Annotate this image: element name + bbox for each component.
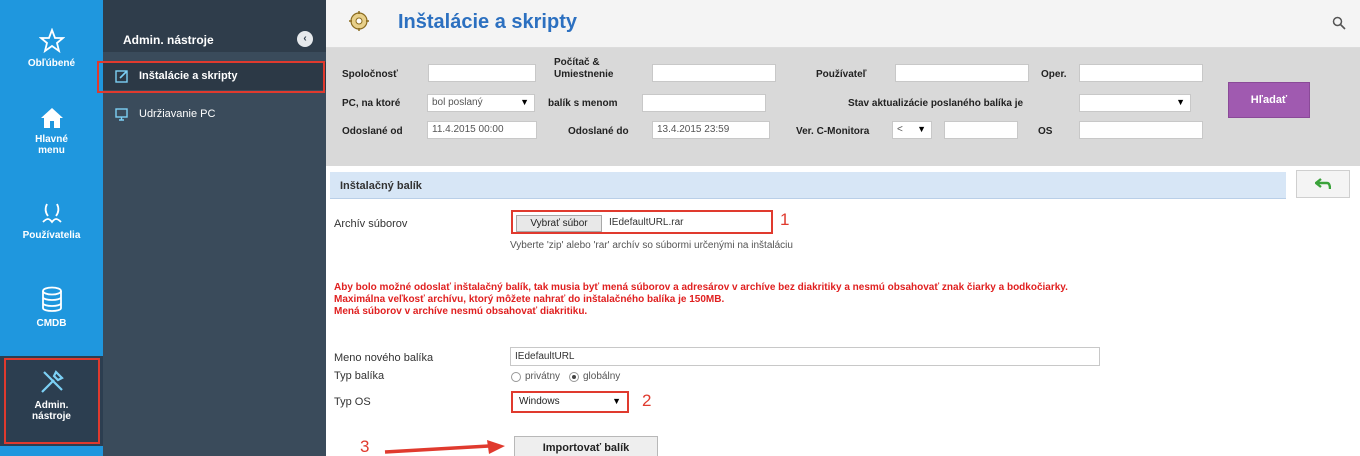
rail-item-users[interactable]: Používatelia (0, 200, 103, 241)
os-label: OS (1038, 126, 1053, 137)
company-input[interactable] (428, 64, 536, 82)
search-button[interactable]: Hľadať (1228, 82, 1310, 118)
back-arrow-icon (1315, 178, 1331, 190)
sidebar-item-pc-maintenance[interactable]: Udržiavanie PC (103, 100, 326, 128)
radio-global[interactable] (569, 372, 579, 382)
user-label: Používateľ (816, 69, 867, 80)
computer-label-2: Umiestnenie (554, 69, 614, 80)
dropdown-arrow-icon: ▼ (612, 396, 621, 406)
choose-file-button[interactable]: Vybrať súbor (516, 215, 602, 232)
annotation-number-3: 3 (360, 437, 370, 456)
main-content: Inštalácie a skripty Spoločnosť Počítač … (326, 0, 1360, 456)
os-type-select[interactable]: Windows ▼ (511, 391, 629, 413)
back-button[interactable] (1296, 170, 1350, 198)
annotation-highlight-subnav (97, 61, 325, 93)
archive-hint: Vyberte 'zip' alebo 'rar' archív so súbo… (510, 240, 793, 251)
rail-item-label: CMDB (36, 318, 67, 329)
sent-to-label: Odoslané do (568, 126, 629, 137)
pc-select-value: bol poslaný (432, 97, 483, 108)
warning-line: Maximálna veľkosť archívu, ktorý môžete … (334, 294, 725, 305)
version-operator-value: < (897, 124, 903, 135)
radio-private-label: privátny (525, 371, 561, 382)
install-package-section: Inštalačný balík (330, 172, 1286, 199)
user-input[interactable] (895, 64, 1029, 82)
radio-private[interactable] (511, 372, 521, 382)
warning-line: Aby bolo možné odoslať inštalačný balík,… (334, 282, 1068, 293)
company-label: Spoločnosť (342, 69, 398, 80)
sub-sidebar-title: Admin. nástroje (123, 33, 214, 47)
selected-file-name: IEdefaultURL.rar (609, 217, 684, 228)
sent-to-input[interactable]: 13.4.2015 23:59 (652, 121, 770, 139)
users-icon (41, 203, 62, 224)
package-type-label: Typ balíka (334, 370, 385, 382)
warning-line: Mená súborov v archíve nesmú obsahovať d… (334, 306, 588, 317)
rail-item-label: Hlavné menu (35, 134, 68, 156)
os-type-value: Windows (519, 396, 560, 407)
database-icon (41, 286, 62, 312)
sub-sidebar-header: Admin. nástroje ‹ (103, 0, 326, 52)
oper-input[interactable] (1079, 64, 1203, 82)
package-name-field[interactable]: IEdefaultURL (510, 347, 1100, 366)
page-title: Inštalácie a skripty (398, 11, 577, 33)
update-status-select[interactable]: ▼ (1079, 94, 1191, 112)
version-operator-select[interactable]: < ▼ (892, 121, 932, 139)
oper-label: Oper. (1041, 69, 1067, 80)
scripts-icon (349, 11, 369, 31)
icon-rail: Obľúbené Hlavné menu Používatelia CMDB A… (0, 0, 103, 456)
radio-global-label: globálny (583, 371, 621, 382)
version-input[interactable] (944, 121, 1018, 139)
annotation-number-1: 1 (780, 210, 790, 229)
collapse-icon[interactable]: ‹ (297, 31, 313, 47)
monitor-icon (115, 108, 128, 121)
package-name-label: Meno nového balíka (334, 352, 434, 364)
sent-from-label: Odoslané od (342, 126, 403, 137)
star-icon (38, 28, 65, 54)
sidebar-item-label: Udržiavanie PC (139, 108, 216, 120)
update-status-label: Stav aktualizácie poslaného balíka je (848, 98, 1024, 109)
filter-panel: Spoločnosť Počítač & Umiestnenie Používa… (326, 48, 1360, 166)
rail-item-main-menu[interactable]: Hlavné menu (0, 106, 103, 156)
dropdown-arrow-icon: ▼ (1176, 97, 1185, 107)
pc-label: PC, na ktoré (342, 98, 401, 109)
annotation-number-2: 2 (642, 391, 652, 410)
dropdown-arrow-icon: ▼ (520, 97, 529, 107)
package-name-label: balík s menom (548, 98, 618, 109)
section-title: Inštalačný balík (340, 180, 422, 192)
computer-input[interactable] (652, 64, 776, 82)
archive-label: Archív súborov (334, 218, 408, 230)
rail-item-favorites[interactable]: Obľúbené (0, 28, 103, 69)
cmonitor-version-label: Ver. C-Monitora (796, 126, 870, 137)
computer-label: Počítač & (554, 57, 600, 68)
home-icon (40, 108, 63, 128)
sent-from-input[interactable]: 11.4.2015 00:00 (427, 121, 537, 139)
annotation-arrow-icon (384, 440, 505, 454)
rail-item-label: Používatelia (22, 230, 81, 241)
search-icon[interactable] (1332, 16, 1346, 30)
dropdown-arrow-icon: ▼ (917, 124, 926, 134)
import-package-button[interactable]: Importovať balík (514, 436, 658, 456)
rail-item-cmdb[interactable]: CMDB (0, 286, 103, 329)
page-header: Inštalácie a skripty (326, 0, 1360, 48)
rail-item-label: Obľúbené (27, 58, 76, 69)
pc-select[interactable]: bol poslaný ▼ (427, 94, 535, 112)
annotation-highlight-rail (4, 358, 100, 444)
os-input[interactable] (1079, 121, 1203, 139)
package-name-input[interactable] (642, 94, 766, 112)
os-type-label: Typ OS (334, 396, 371, 408)
